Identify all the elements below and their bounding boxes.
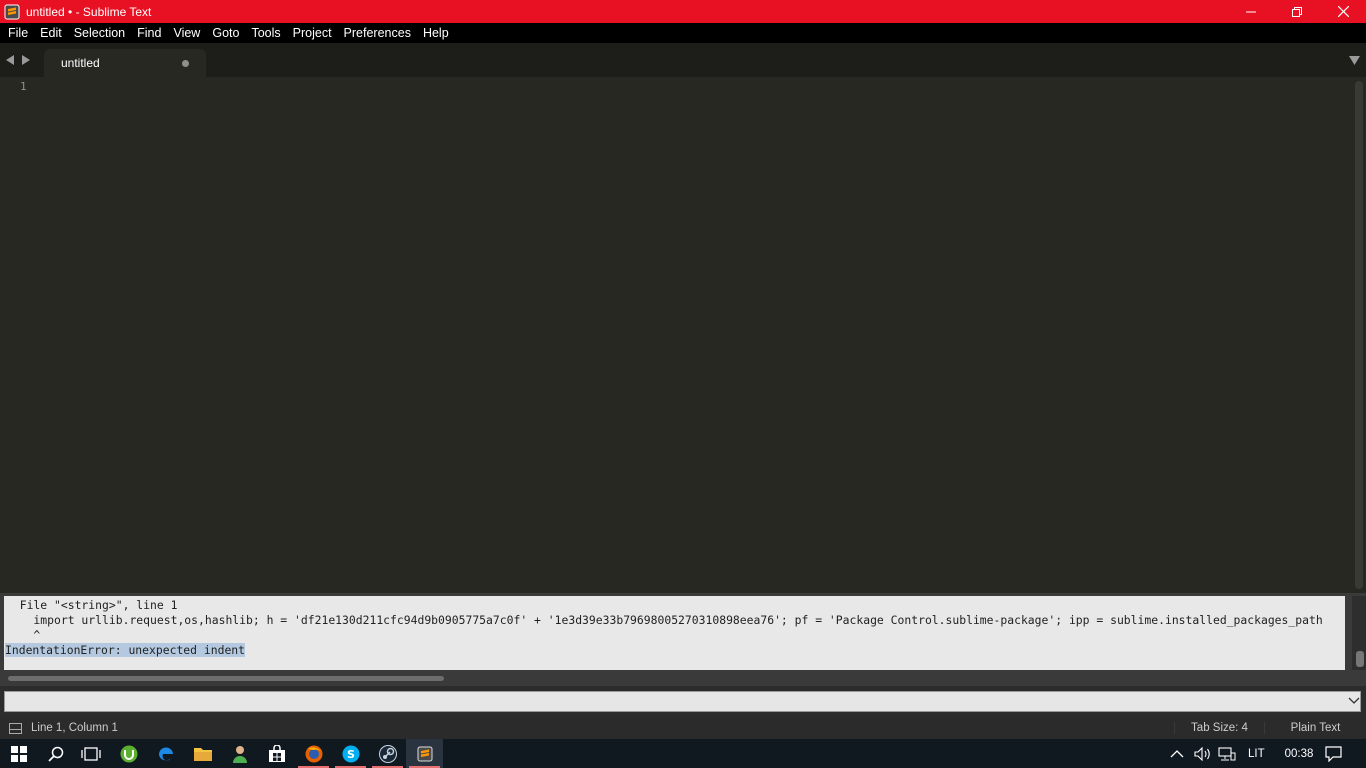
console-scroll-thumb[interactable] <box>1356 651 1364 667</box>
clock[interactable]: 00:38 <box>1285 748 1314 760</box>
taskbar-utorrent[interactable] <box>110 739 147 768</box>
line-number: 1 <box>20 80 27 93</box>
console-line: ^ <box>6 628 41 642</box>
close-icon <box>1337 6 1349 17</box>
taskbar-sublime-text[interactable] <box>406 739 443 768</box>
start-icon <box>10 745 27 762</box>
people-icon <box>232 745 247 763</box>
cursor-position: Line 1, Column 1 <box>31 722 118 734</box>
network-icon[interactable] <box>1218 746 1236 761</box>
taskbar-people[interactable] <box>221 739 258 768</box>
menu-selection[interactable]: Selection <box>68 23 131 43</box>
menu-goto[interactable]: Goto <box>206 23 245 43</box>
chevron-down-icon[interactable] <box>1348 690 1360 712</box>
tab-untitled[interactable]: untitled <box>44 49 206 77</box>
steam-icon <box>378 744 397 763</box>
console-vertical-scrollbar[interactable] <box>1352 596 1366 670</box>
taskbar-edge[interactable] <box>147 739 184 768</box>
close-button[interactable] <box>1320 0 1366 23</box>
console-line: File "<string>", line 1 <box>6 598 178 612</box>
tab-back-icon[interactable] <box>6 55 15 65</box>
editor-scrollbar[interactable] <box>1355 81 1363 589</box>
restore-button[interactable] <box>1274 0 1320 23</box>
action-center-button[interactable] <box>1325 739 1342 768</box>
menu-bar: File Edit Selection Find View Goto Tools… <box>0 23 1366 43</box>
console-error-line: IndentationError: unexpected indent <box>5 643 246 657</box>
task-view-icon <box>80 746 101 761</box>
utorrent-icon <box>120 745 137 762</box>
taskbar-store[interactable] <box>258 739 295 768</box>
title-bar: untitled • - Sublime Text <box>0 0 1366 23</box>
console-input[interactable] <box>4 691 1361 712</box>
console-horizontal-scrollbar[interactable] <box>8 676 444 681</box>
tab-bar: untitled <box>0 43 1366 77</box>
console-output[interactable]: File "<string>", line 1 import urllib.re… <box>4 596 1345 670</box>
panel-toggle-icon[interactable] <box>9 723 22 734</box>
menu-view[interactable]: View <box>167 23 206 43</box>
tab-forward-icon[interactable] <box>21 55 30 65</box>
start-button[interactable] <box>0 739 37 768</box>
input-language[interactable]: LIT <box>1248 748 1265 760</box>
console-line: import urllib.request,os,hashlib; h = 'd… <box>6 613 1323 627</box>
menu-find[interactable]: Find <box>131 23 167 43</box>
minimize-button[interactable] <box>1228 0 1274 23</box>
search-button[interactable] <box>37 739 74 768</box>
sublime-text-icon <box>417 746 432 761</box>
system-tray: LIT 00:38 <box>1170 739 1313 768</box>
sublime-text-icon <box>4 4 20 19</box>
tab-label: untitled <box>61 56 100 70</box>
window-title: untitled • - Sublime Text <box>26 4 152 19</box>
syntax-selector[interactable]: Plain Text <box>1264 722 1366 734</box>
skype-icon: S <box>342 745 359 762</box>
taskbar: S LIT 00:38 <box>0 739 1366 768</box>
menu-project[interactable]: Project <box>287 23 338 43</box>
taskbar-file-explorer[interactable] <box>184 739 221 768</box>
taskbar-skype[interactable]: S <box>332 739 369 768</box>
tab-list-dropdown-icon[interactable] <box>1349 56 1360 65</box>
editor-area[interactable]: 1 <box>0 77 1366 593</box>
menu-help[interactable]: Help <box>417 23 455 43</box>
minimize-icon <box>1246 11 1256 12</box>
notification-icon <box>1325 745 1342 762</box>
task-view-button[interactable] <box>72 739 109 768</box>
taskbar-steam[interactable] <box>369 739 406 768</box>
edge-icon <box>158 746 173 760</box>
console-panel: File "<string>", line 1 import urllib.re… <box>0 593 1366 686</box>
menu-file[interactable]: File <box>2 23 34 43</box>
taskbar-firefox[interactable] <box>295 739 332 768</box>
tab-size-selector[interactable]: Tab Size: 4 <box>1174 722 1264 734</box>
chevron-up-icon[interactable] <box>1170 749 1184 759</box>
restore-icon <box>1292 6 1302 17</box>
firefox-icon <box>305 745 322 762</box>
console-input-panel <box>0 686 1366 718</box>
menu-preferences[interactable]: Preferences <box>338 23 417 43</box>
unsaved-dot-icon[interactable] <box>182 60 189 67</box>
store-icon <box>268 744 285 762</box>
search-icon <box>47 746 63 762</box>
menu-edit[interactable]: Edit <box>34 23 68 43</box>
volume-icon[interactable] <box>1194 746 1212 761</box>
menu-tools[interactable]: Tools <box>245 23 286 43</box>
status-bar: Line 1, Column 1 Tab Size: 4 Plain Text <box>0 718 1366 739</box>
svg-text:S: S <box>347 748 355 761</box>
file-explorer-icon <box>193 747 212 761</box>
